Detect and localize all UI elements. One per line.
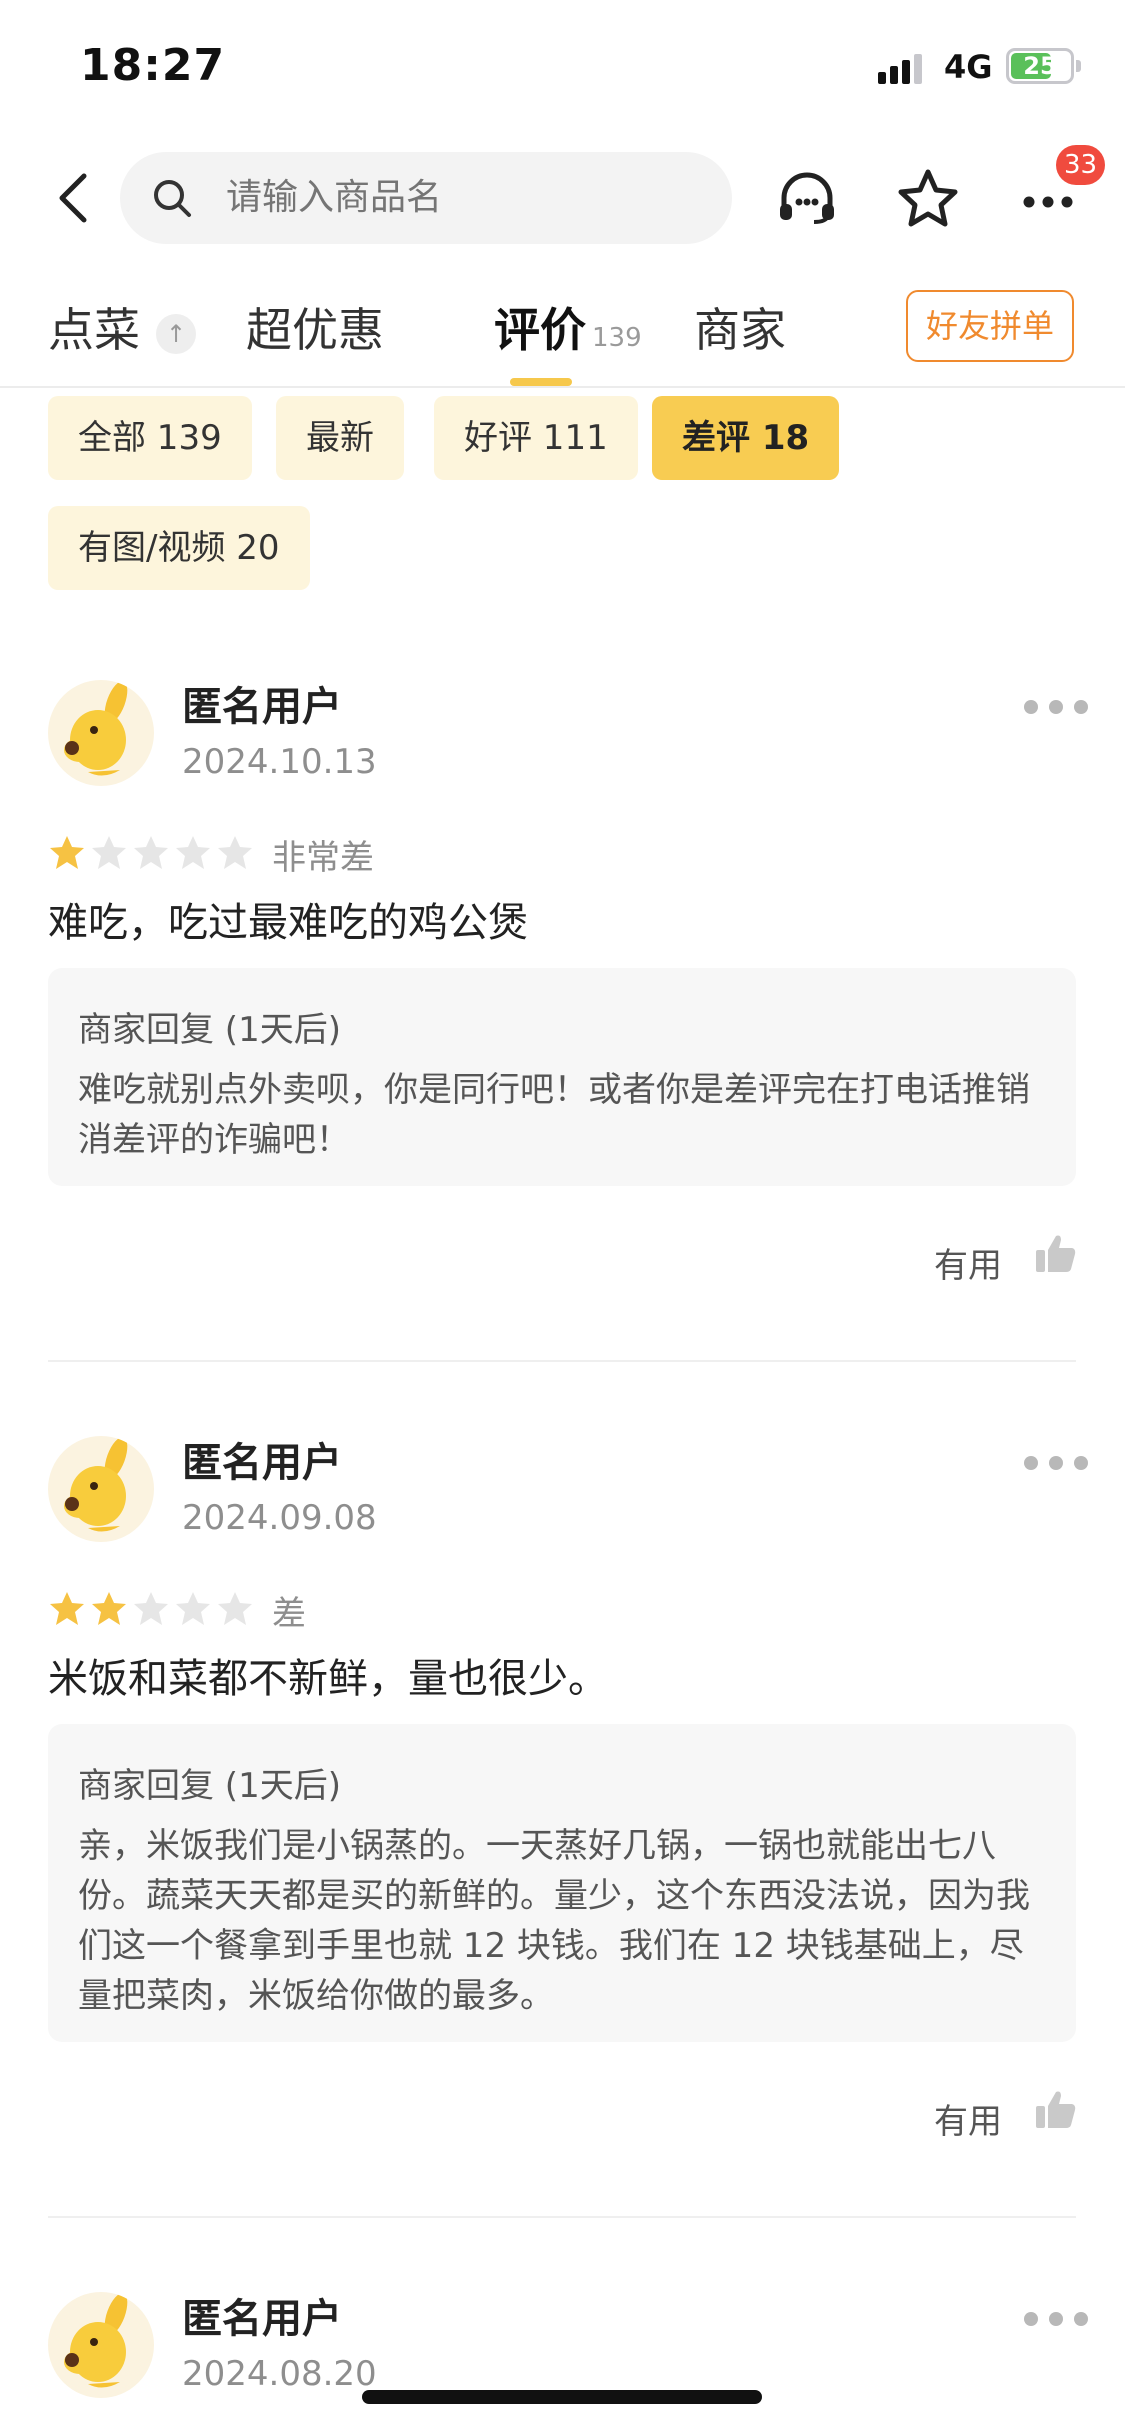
filter-all[interactable]: 全部 139 [48,396,252,480]
tab-merchant[interactable]: 商家 [694,294,786,360]
merchant-reply: 商家回复 (1天后) 难吃就别点外卖呗，你是同行吧！或者你是差评完在打电话推销消… [48,968,1076,1186]
headset-icon [780,172,834,224]
useful-label[interactable]: 有用 [934,1238,1002,1287]
user-name: 匿名用户 [182,1440,342,1486]
review-date: 2024.08.20 [182,2354,377,2394]
search-box[interactable] [120,152,732,244]
battery-icon: 25 [1006,48,1074,84]
star-empty-icon [92,836,126,869]
star-empty-icon [134,836,168,869]
review-more-button[interactable] [1024,1452,1088,1472]
battery-nub [1076,60,1081,72]
tab-bar: 点菜 ↑ 超优惠 评价 139 商家 好友拼单 [0,280,1125,388]
reply-title: 商家回复 (1天后) [78,1766,341,1806]
reply-text: 亲，米饭我们是小锅蒸的。一天蒸好几锅，一锅也就能出七八份。蔬菜天天都是买的新鲜的… [78,1826,1030,2016]
divider [48,1360,1076,1362]
search-input[interactable] [226,152,706,244]
star-outline-icon [898,169,958,227]
tab-deals[interactable]: 超优惠 [246,294,384,360]
customer-service-button[interactable] [774,166,840,232]
merchant-reply: 商家回复 (1天后) 亲，米饭我们是小锅蒸的。一天蒸好几锅，一锅也就能出七八份。… [48,1724,1076,2042]
kangaroo-mascot-icon [64,1437,128,1532]
tab-order-label: 点菜 [48,303,140,357]
kangaroo-mascot-icon [64,2293,128,2388]
star-empty-icon [218,1592,252,1625]
kangaroo-mascot-icon [64,681,128,776]
avatar [48,2292,154,2398]
review-more-button[interactable] [1024,2308,1088,2328]
useful-label[interactable]: 有用 [934,2094,1002,2143]
notification-badge: 33 [1056,145,1106,185]
battery-level: 25 [1023,52,1057,80]
group-order-button[interactable]: 好友拼单 [906,290,1074,362]
star-empty-icon [176,836,210,869]
star-filled-icon [50,1592,84,1625]
rating-text: 非常差 [272,838,374,878]
filter-latest[interactable]: 最新 [276,396,404,480]
favorite-button[interactable] [895,166,961,232]
user-name: 匿名用户 [182,684,342,730]
tab-merchant-label: 商家 [694,303,786,357]
rating-text: 差 [272,1594,306,1634]
thumbs-up-icon[interactable] [1032,1230,1078,1276]
review-text: 米饭和菜都不新鲜，量也很少。 [48,1656,608,1702]
tab-order[interactable]: 点菜 ↑ [48,294,196,360]
divider [48,2216,1076,2218]
search-icon [154,180,191,217]
home-indicator [362,2390,762,2404]
status-time: 18:27 [80,40,226,91]
star-empty-icon [134,1592,168,1625]
review-date: 2024.09.08 [182,1498,377,1538]
network-type: 4G [944,48,993,86]
tab-reviews[interactable]: 评价 139 [494,294,642,360]
star-empty-icon [176,1592,210,1625]
review-more-button[interactable] [1024,696,1088,716]
tab-reviews-label: 评价 [494,303,586,357]
tab-reviews-count: 139 [592,323,642,353]
pin-top-icon: ↑ [156,313,196,354]
user-name: 匿名用户 [182,2296,342,2342]
reply-text: 难吃就别点外卖呗，你是同行吧！或者你是差评完在打电话推销消差评的诈骗吧！ [78,1070,1030,1160]
tab-deals-label: 超优惠 [246,303,384,357]
tab-active-indicator [510,378,572,386]
avatar [48,680,154,786]
star-empty-icon [218,836,252,869]
filter-media[interactable]: 有图/视频 20 [48,506,310,590]
review-text: 难吃，吃过最难吃的鸡公煲 [48,900,528,946]
back-button[interactable] [50,168,102,228]
reply-title: 商家回复 (1天后) [78,1010,341,1050]
star-filled-icon [92,1592,126,1625]
signal-icon [878,54,926,84]
filter-negative[interactable]: 差评 18 [652,396,840,480]
star-filled-icon [50,836,84,869]
chevron-left-icon [59,173,87,223]
filter-positive[interactable]: 好评 111 [434,396,638,480]
avatar [48,1436,154,1542]
review-date: 2024.10.13 [182,742,377,782]
thumbs-up-icon[interactable] [1032,2086,1078,2132]
status-bar: 18:27 4G 25 [0,0,1125,140]
